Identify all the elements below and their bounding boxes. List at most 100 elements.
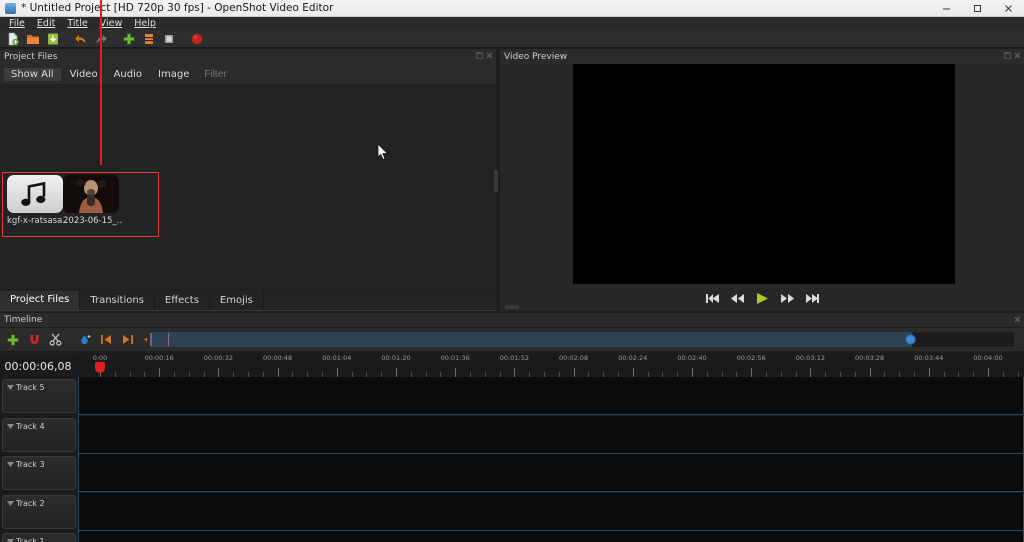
ruler-label: 00:02:08: [558, 354, 589, 362]
skip-to-start-button[interactable]: [704, 292, 720, 306]
menu-title[interactable]: Title: [61, 17, 93, 30]
timeline-header-icons: [1014, 316, 1021, 323]
video-preview-frame[interactable]: [573, 64, 955, 284]
file-item-audio[interactable]: kgf-x-ratsasa...: [7, 175, 69, 226]
preview-splitter-handle[interactable]: [505, 305, 519, 309]
timeline-zoom-slider[interactable]: [150, 332, 1014, 347]
filter-tab-image[interactable]: Image: [151, 68, 196, 81]
ruler-label: 00:02:40: [677, 354, 707, 362]
next-marker-icon[interactable]: [118, 331, 136, 349]
playhead-marker[interactable]: [95, 362, 105, 373]
ruler-label: 00:04:00: [973, 354, 1003, 362]
timeline-track[interactable]: Track 1: [0, 531, 1024, 542]
track-label: Track 1: [16, 537, 45, 542]
rewind-button[interactable]: [729, 292, 745, 306]
horizontal-splitter-handle[interactable]: [494, 170, 498, 192]
minimize-button[interactable]: [931, 0, 962, 17]
export-video-icon[interactable]: [188, 30, 206, 48]
menu-file[interactable]: File: [3, 17, 31, 30]
chevron-down-icon[interactable]: [7, 462, 14, 468]
snapping-magnet-icon[interactable]: [25, 331, 43, 349]
timeline-track[interactable]: Track 4: [0, 415, 1024, 455]
video-preview-panel: [500, 64, 1024, 311]
track-body[interactable]: [78, 531, 1024, 542]
ruler-label: 00:01:20: [381, 354, 411, 362]
track-body[interactable]: [78, 377, 1024, 415]
project-files-panel-header: Project Files: [0, 49, 496, 64]
timeline-zoom-left-edge-2: [168, 333, 169, 346]
profile-icon[interactable]: [140, 30, 158, 48]
ruler-tick-major: [810, 368, 812, 377]
ruler-tick-major: [396, 368, 397, 377]
timeline-track[interactable]: Track 5: [0, 377, 1024, 416]
timeline-zoom-handle[interactable]: [905, 334, 916, 345]
close-button[interactable]: [993, 0, 1024, 17]
filter-input[interactable]: [204, 66, 496, 82]
filter-tab-show-all[interactable]: Show All: [4, 67, 61, 81]
project-files-list[interactable]: kgf-x-ratsasa... 2023-06-15_...: [0, 84, 496, 289]
ruler-tick-major: [988, 368, 989, 377]
ruler-tick-major: [277, 368, 279, 377]
timeline-ruler[interactable]: 0:00 00:00:16 00:00:32 00:00:48 00:01:04 00:0…: [76, 353, 1024, 377]
timeline-track[interactable]: Track 2: [0, 492, 1024, 532]
filter-tab-audio[interactable]: Audio: [107, 68, 149, 81]
tab-transitions[interactable]: Transitions: [80, 292, 155, 310]
open-project-icon[interactable]: [24, 30, 42, 48]
new-project-icon[interactable]: [4, 30, 22, 48]
track-header[interactable]: Track 2: [2, 494, 76, 529]
fullscreen-icon[interactable]: [160, 30, 178, 48]
track-header[interactable]: Track 1: [2, 533, 76, 542]
toolbar-separator-3: [180, 30, 186, 48]
chevron-down-icon[interactable]: [7, 500, 14, 506]
app-logo-icon: [5, 2, 16, 14]
timeline-tracks-area[interactable]: Track 5 Track 4 Track 3 Track 2 Track 1: [0, 377, 1024, 542]
import-files-icon[interactable]: [120, 30, 138, 48]
video-thumbnail: [63, 175, 119, 213]
tab-emojis[interactable]: Emojis: [210, 292, 264, 310]
fast-forward-button[interactable]: [779, 292, 795, 306]
toolbar-separator-1: [64, 30, 70, 48]
project-files-filter-bar: Show All Video Audio Image: [0, 64, 496, 84]
float-panel-icon[interactable]: [476, 52, 483, 59]
filter-tab-video[interactable]: Video: [63, 68, 105, 81]
track-label: Track 3: [16, 460, 45, 470]
close-panel-icon-timeline[interactable]: [1014, 316, 1021, 323]
main-toolbar: [0, 30, 1024, 48]
chevron-down-icon[interactable]: [7, 385, 14, 390]
ruler-tick-major: [573, 368, 575, 377]
play-button[interactable]: [754, 292, 770, 306]
undo-icon[interactable]: [72, 30, 90, 48]
track-header[interactable]: Track 4: [2, 417, 76, 452]
skip-to-end-button[interactable]: [804, 292, 820, 306]
chevron-down-icon[interactable]: [7, 423, 14, 429]
add-track-icon[interactable]: [4, 331, 22, 349]
menu-edit[interactable]: Edit: [31, 17, 61, 30]
ruler-label: 00:03:12: [795, 354, 825, 362]
track-body[interactable]: [78, 415, 1024, 454]
tab-project-files[interactable]: Project Files: [0, 291, 81, 310]
ruler-label: 00:00:32: [203, 354, 233, 362]
track-header[interactable]: Track 3: [2, 456, 76, 491]
previous-marker-icon[interactable]: [97, 331, 115, 349]
maximize-button[interactable]: [962, 0, 993, 17]
ruler-label: 00:00:48: [262, 354, 293, 362]
close-panel-icon-preview[interactable]: [1014, 52, 1021, 59]
float-panel-icon-preview[interactable]: [1004, 52, 1011, 59]
ruler-label: 0:00: [92, 354, 108, 362]
track-body[interactable]: [78, 492, 1024, 531]
file-item-video[interactable]: 2023-06-15_...: [63, 175, 125, 226]
menu-title-label: Title: [67, 18, 88, 29]
save-project-icon[interactable]: [44, 30, 62, 48]
track-header[interactable]: Track 5: [2, 379, 76, 413]
ruler-label: 00:03:28: [854, 354, 885, 362]
menu-help[interactable]: Help: [128, 17, 162, 30]
menu-edit-label: Edit: [36, 18, 56, 29]
add-marker-icon[interactable]: [76, 331, 94, 349]
track-body[interactable]: [78, 454, 1024, 493]
ruler-tick-major: [632, 368, 634, 377]
tab-effects[interactable]: Effects: [155, 292, 210, 310]
razor-tool-icon[interactable]: [46, 331, 64, 349]
timeline-track[interactable]: Track 3: [0, 454, 1024, 493]
menu-view[interactable]: View: [94, 17, 129, 30]
close-panel-icon[interactable]: [486, 52, 493, 59]
